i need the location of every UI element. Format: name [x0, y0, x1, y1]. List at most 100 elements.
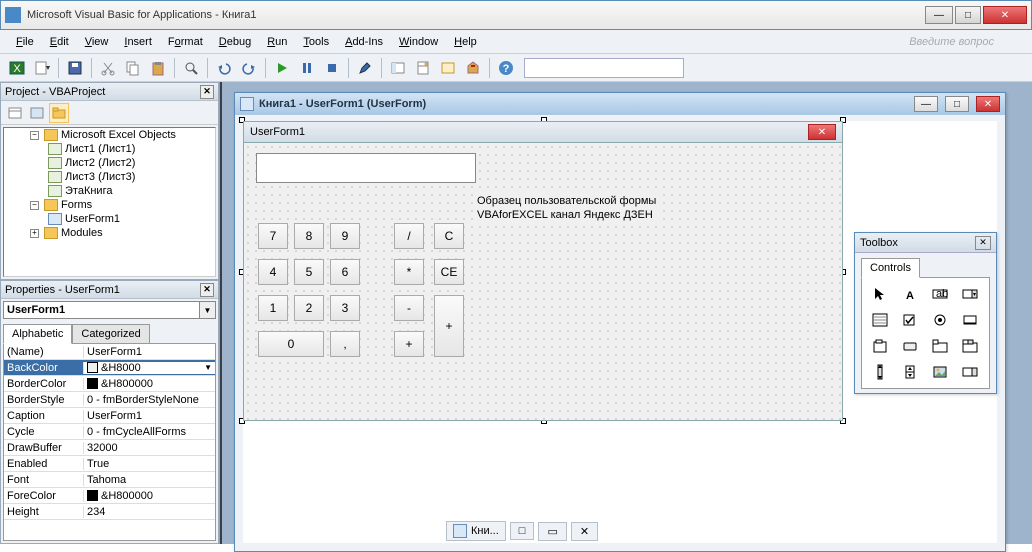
pointer-icon[interactable] [867, 283, 893, 305]
tab-categorized[interactable]: Categorized [72, 324, 149, 344]
menu-debug[interactable]: Debug [211, 33, 259, 51]
menu-tools[interactable]: Tools [295, 33, 337, 51]
button-0[interactable]: 0 [258, 331, 324, 357]
paste-icon[interactable] [147, 57, 169, 79]
toolbox-window[interactable]: Toolbox ✕ Controls A ab [854, 232, 997, 394]
properties-grid[interactable]: (Name)UserForm1BackColor&H8000▼BorderCol… [3, 343, 216, 541]
property-row[interactable]: BorderColor&H800000 [4, 376, 215, 392]
property-row[interactable]: (Name)UserForm1 [4, 344, 215, 360]
toggle-folders-icon[interactable] [49, 103, 69, 123]
save-icon[interactable] [64, 57, 86, 79]
insert-dropdown-icon[interactable] [31, 57, 53, 79]
view-object-icon[interactable] [27, 103, 47, 123]
button-subtract[interactable]: - [394, 295, 424, 321]
form-window-minimize-button[interactable]: — [914, 96, 938, 112]
menu-file[interactable]: File [8, 33, 42, 51]
property-row[interactable]: ForeColor&H800000 [4, 488, 215, 504]
menu-format[interactable]: Format [160, 33, 211, 51]
property-row[interactable]: FontTahoma [4, 472, 215, 488]
property-row[interactable]: EnabledTrue [4, 456, 215, 472]
excel-icon[interactable]: X [6, 57, 28, 79]
reset-icon[interactable] [321, 57, 343, 79]
window-maximize-button[interactable]: □ [955, 6, 981, 24]
window-minimize-button[interactable]: — [925, 6, 953, 24]
design-mode-icon[interactable] [354, 57, 376, 79]
menu-addins[interactable]: Add-Ins [337, 33, 391, 51]
form-window-maximize-button[interactable]: □ [945, 96, 969, 112]
properties-object-selector[interactable]: ▼ [3, 301, 216, 319]
button-multiply[interactable]: * [394, 259, 424, 285]
button-plus-tall[interactable]: + [434, 295, 464, 357]
project-panel-close-icon[interactable]: ✕ [200, 85, 214, 99]
taskbar-maximize-button[interactable]: ▭ [538, 522, 566, 541]
menu-help[interactable]: Help [446, 33, 485, 51]
toolbox-tab-controls[interactable]: Controls [861, 258, 920, 278]
properties-icon[interactable] [412, 57, 434, 79]
property-row[interactable]: Height234 [4, 504, 215, 520]
image-icon[interactable] [927, 361, 953, 383]
button-ce[interactable]: CE [434, 259, 464, 285]
toolbox-icon[interactable] [462, 57, 484, 79]
button-9[interactable]: 9 [330, 223, 360, 249]
spinbutton-icon[interactable] [897, 361, 923, 383]
togglebutton-icon[interactable] [957, 309, 983, 331]
redo-icon[interactable] [238, 57, 260, 79]
button-3[interactable]: 3 [330, 295, 360, 321]
properties-panel-close-icon[interactable]: ✕ [200, 283, 214, 297]
button-add[interactable]: + [394, 331, 424, 357]
button-5[interactable]: 5 [294, 259, 324, 285]
label-icon[interactable]: A [897, 283, 923, 305]
button-2[interactable]: 2 [294, 295, 324, 321]
object-browser-icon[interactable] [437, 57, 459, 79]
property-row[interactable]: CaptionUserForm1 [4, 408, 215, 424]
toolbox-close-icon[interactable]: ✕ [975, 236, 991, 250]
break-icon[interactable] [296, 57, 318, 79]
commandbutton-icon[interactable] [897, 335, 923, 357]
display-textbox[interactable] [256, 153, 476, 183]
form-window-close-button[interactable]: ✕ [976, 96, 1000, 112]
button-6[interactable]: 6 [330, 259, 360, 285]
optionbutton-icon[interactable] [927, 309, 953, 331]
button-clear[interactable]: C [434, 223, 464, 249]
menu-edit[interactable]: Edit [42, 33, 77, 51]
taskbar-restore-button[interactable]: □ [510, 522, 535, 540]
textbox-icon[interactable]: ab [927, 283, 953, 305]
button-divide[interactable]: / [394, 223, 424, 249]
project-explorer-icon[interactable] [387, 57, 409, 79]
userform-designer[interactable]: UserForm1 ✕ Образец пользовательской фор… [243, 121, 843, 421]
property-row[interactable]: DrawBuffer32000 [4, 440, 215, 456]
tabstrip-icon[interactable] [927, 335, 953, 357]
checkbox-icon[interactable] [897, 309, 923, 331]
menu-view[interactable]: View [77, 33, 117, 51]
cut-icon[interactable] [97, 57, 119, 79]
menu-window[interactable]: Window [391, 33, 446, 51]
taskbar-form-item[interactable]: Кни... [446, 521, 506, 541]
property-row[interactable]: Cycle0 - fmCycleAllForms [4, 424, 215, 440]
view-code-icon[interactable] [5, 103, 25, 123]
scrollbar-icon[interactable] [867, 361, 893, 383]
help-icon[interactable]: ? [495, 57, 517, 79]
button-4[interactable]: 4 [258, 259, 288, 285]
property-row[interactable]: BorderStyle0 - fmBorderStyleNone [4, 392, 215, 408]
taskbar-close-button[interactable]: ✕ [571, 522, 598, 541]
tab-alphabetic[interactable]: Alphabetic [3, 324, 72, 344]
refedit-icon[interactable] [957, 361, 983, 383]
frame-icon[interactable] [867, 335, 893, 357]
find-icon[interactable] [180, 57, 202, 79]
multipage-icon[interactable] [957, 335, 983, 357]
menu-insert[interactable]: Insert [116, 33, 160, 51]
info-label[interactable]: Образец пользовательской формы VBAforEXC… [476, 193, 657, 224]
copy-icon[interactable] [122, 57, 144, 79]
combobox-icon[interactable] [957, 283, 983, 305]
button-comma[interactable]: , [330, 331, 360, 357]
menu-run[interactable]: Run [259, 33, 295, 51]
toolbar-combo[interactable] [524, 58, 684, 78]
undo-icon[interactable] [213, 57, 235, 79]
button-7[interactable]: 7 [258, 223, 288, 249]
listbox-icon[interactable] [867, 309, 893, 331]
window-close-button[interactable]: ✕ [983, 6, 1027, 24]
property-row[interactable]: BackColor&H8000▼ [4, 360, 215, 376]
help-search-hint[interactable]: Введите вопрос [909, 36, 1024, 48]
project-tree[interactable]: −Microsoft Excel Objects Лист1 (Лист1) Л… [3, 127, 216, 277]
button-1[interactable]: 1 [258, 295, 288, 321]
